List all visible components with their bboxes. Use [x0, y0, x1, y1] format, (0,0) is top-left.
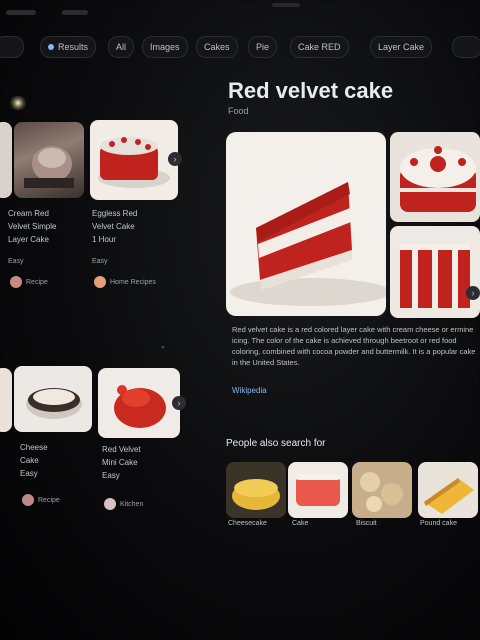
tab-results[interactable]: Results [40, 36, 97, 58]
tab-overflow[interactable] [452, 36, 480, 58]
result-meta: Easy [8, 258, 24, 265]
expand-chevron-icon[interactable]: ⌄ [160, 342, 166, 350]
source-favicon [22, 494, 34, 506]
gallery-next-button[interactable]: › [466, 286, 480, 300]
result-source[interactable]: Recipe [38, 497, 60, 504]
knowledge-panel-subtitle: Food [228, 106, 249, 116]
source-favicon [10, 276, 22, 288]
screen-glare [8, 96, 28, 110]
knowledge-panel-description: Red velvet cake is a red colored layer c… [232, 325, 476, 367]
tab-all[interactable]: All [108, 36, 135, 58]
result-caption[interactable]: Layer Cake [8, 234, 49, 245]
red-mini-cake-image [114, 385, 166, 428]
wikipedia-link[interactable]: Wikipedia [232, 386, 267, 395]
cake-slice-image [24, 146, 74, 188]
cheesecake-image [26, 388, 82, 419]
carousel-next-button[interactable]: › [172, 396, 186, 410]
tab-pie[interactable]: Pie [248, 36, 278, 58]
related-item-image[interactable] [288, 462, 348, 518]
source-favicon [94, 276, 106, 288]
tab-images[interactable]: Images [142, 36, 188, 58]
frosted-cake-image [400, 146, 476, 212]
top-bar-item[interactable] [62, 10, 88, 15]
related-item-label[interactable]: Pound cake [420, 520, 457, 527]
image-result-thumbnail[interactable] [14, 366, 92, 432]
result-caption[interactable]: Red Velvet [102, 444, 141, 455]
red-velvet-cake-image [98, 137, 170, 188]
result-source[interactable]: Home Recipes [110, 279, 156, 286]
cake-thumb-image [288, 462, 348, 518]
result-meta: Easy [92, 258, 108, 265]
people-also-search-heading: People also search for [226, 438, 326, 449]
cake-image-bottom-right[interactable] [390, 226, 480, 318]
result-caption[interactable]: Eggless Red [92, 208, 137, 219]
search-tabs: Results All Images Cakes Pie Cake RED La… [0, 36, 480, 58]
sliced-cake-image [400, 244, 470, 308]
related-item-label[interactable]: Biscuit [356, 520, 377, 527]
cheesecake-thumb-image [226, 462, 286, 518]
image-result-thumbnail[interactable] [90, 120, 178, 200]
result-source[interactable]: Kitchen [120, 501, 143, 508]
cake-image-top-right[interactable] [390, 132, 480, 222]
top-bar-item[interactable] [6, 10, 36, 15]
result-caption[interactable]: Velvet Simple [8, 221, 56, 232]
tab-partial[interactable] [0, 36, 24, 58]
result-caption[interactable]: Mini Cake [102, 457, 138, 468]
main-cake-image[interactable] [226, 132, 386, 316]
top-bar-item[interactable] [272, 3, 300, 7]
result-caption[interactable]: Velvet Cake [92, 221, 135, 232]
result-caption[interactable]: Cake [20, 455, 39, 466]
related-item-image[interactable] [418, 462, 478, 518]
red-velvet-slice-image [230, 182, 386, 306]
result-caption[interactable]: Easy [20, 468, 38, 479]
result-source[interactable]: Recipe [26, 279, 48, 286]
result-caption[interactable]: 1 Hour [92, 234, 116, 245]
results-icon [48, 44, 54, 50]
related-item-label[interactable]: Cake [292, 520, 308, 527]
result-caption[interactable]: Cheese [20, 442, 48, 453]
image-result-partial[interactable] [0, 122, 12, 198]
image-result-partial[interactable] [0, 368, 12, 432]
image-result-thumbnail[interactable] [14, 122, 84, 198]
biscuit-thumb-image [352, 462, 412, 518]
result-caption[interactable]: Cream Red [8, 208, 49, 219]
related-item-image[interactable] [226, 462, 286, 518]
related-item-label[interactable]: Cheesecake [228, 520, 267, 527]
related-item-image[interactable] [352, 462, 412, 518]
pound-cake-thumb-image [418, 462, 478, 518]
carousel-next-button[interactable]: › [168, 152, 182, 166]
knowledge-panel-title: Red velvet cake [228, 78, 394, 103]
tab-cake-red[interactable]: Cake RED [290, 36, 349, 58]
top-bar [0, 2, 480, 24]
result-caption[interactable]: Easy [102, 470, 120, 481]
tab-layer-cake[interactable]: Layer Cake [370, 36, 433, 58]
tab-cakes[interactable]: Cakes [196, 36, 238, 58]
source-favicon [104, 498, 116, 510]
image-result-thumbnail[interactable] [98, 368, 180, 438]
